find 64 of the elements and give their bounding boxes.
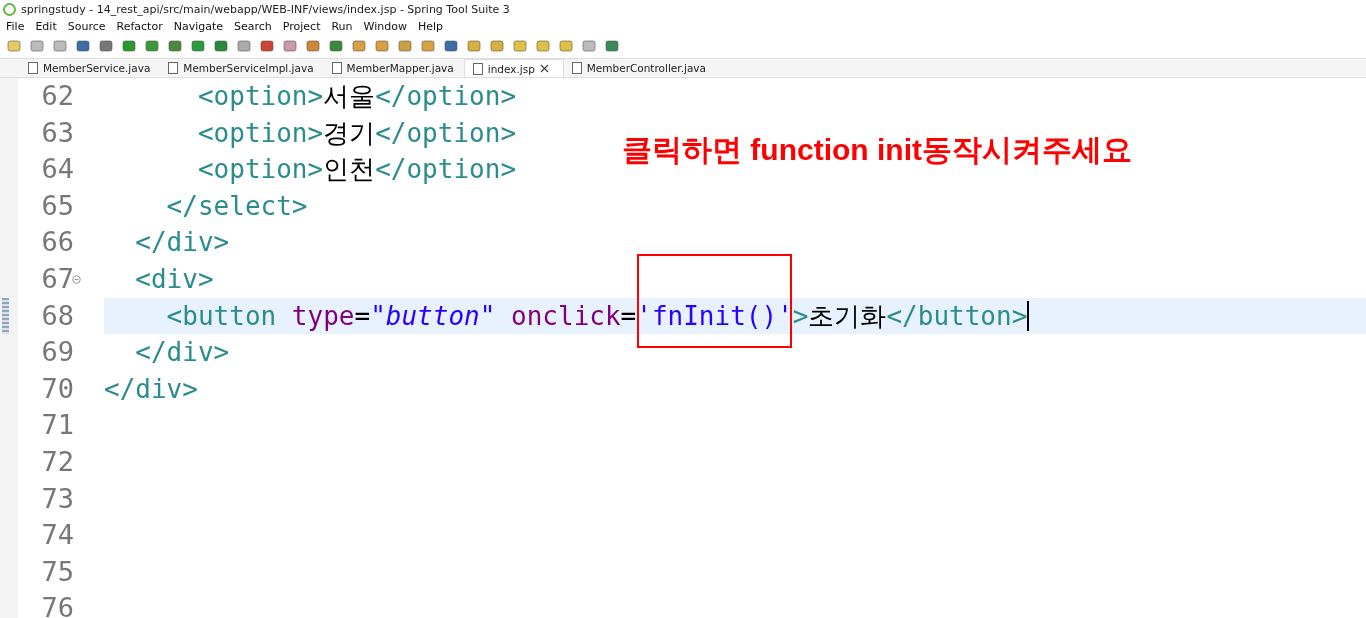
file-icon xyxy=(571,62,582,74)
menu-item[interactable]: Help xyxy=(417,20,448,33)
code-token: <option> xyxy=(196,153,324,187)
line-number: 74 xyxy=(41,519,74,551)
editor-tab[interactable]: index.jsp xyxy=(463,59,564,77)
line-number: 73 xyxy=(41,482,74,514)
code-token: </div> xyxy=(134,336,230,370)
line-number: 64 xyxy=(41,153,74,185)
code-token: <option> xyxy=(196,80,324,113)
code-token: 인천 xyxy=(323,153,376,187)
line-number: 72 xyxy=(41,445,74,477)
menu-item[interactable]: Run xyxy=(331,20,358,33)
menu-item[interactable]: Source xyxy=(67,20,111,33)
menu-item[interactable]: Edit xyxy=(35,20,62,33)
menu-item[interactable]: Navigate xyxy=(173,20,228,33)
code-token: </div> xyxy=(104,372,198,406)
window-title: springstudy - 14_rest_api/src/main/webapp/WEB-INF/views/index.jsp - Spring Tool Suite 3 xyxy=(21,3,510,16)
editor-tab[interactable]: MemberServiceImpl.java xyxy=(160,59,324,77)
code-token: > xyxy=(792,299,809,333)
code-token: <div> xyxy=(134,262,214,296)
line-number: 70 xyxy=(41,372,74,404)
file-icon xyxy=(168,62,179,74)
line-number: 68 xyxy=(41,299,74,331)
code-token: <button xyxy=(165,299,278,333)
editor-tab[interactable]: MemberService.java xyxy=(20,59,161,77)
menu-item[interactable]: File xyxy=(6,20,30,33)
code-token: </button> xyxy=(886,299,1028,333)
code-token: 경기 xyxy=(323,116,376,150)
code-token: </select> xyxy=(165,189,308,223)
line-number: 71 xyxy=(41,409,74,441)
line-number: 67 xyxy=(41,262,74,294)
code-token: type xyxy=(291,299,355,333)
code-token: </option> xyxy=(375,116,517,150)
code-token: = xyxy=(354,299,371,333)
code-token: = xyxy=(620,299,637,333)
code-token: 초기화 xyxy=(808,299,887,333)
file-icon xyxy=(472,62,483,75)
code-token: </div> xyxy=(134,226,230,260)
menu-item[interactable]: Project xyxy=(282,20,326,33)
code-token: </option> xyxy=(375,80,517,113)
menu-item[interactable]: Refactor xyxy=(116,20,168,33)
file-icon xyxy=(331,62,342,74)
editor-tab[interactable]: MemberController.java xyxy=(563,59,716,77)
line-number: 75 xyxy=(41,555,74,587)
line-number: 65 xyxy=(41,189,74,221)
fold-icon[interactable] xyxy=(72,274,81,284)
line-number: 62 xyxy=(41,80,74,111)
text-cursor xyxy=(1027,300,1030,331)
code-token: onclick xyxy=(511,299,621,333)
line-number: 69 xyxy=(41,336,74,368)
menu-item[interactable]: Search xyxy=(234,20,277,33)
menu-item[interactable]: Window xyxy=(363,20,412,33)
file-icon xyxy=(28,62,38,74)
line-number: 76 xyxy=(41,592,74,618)
editor-tab[interactable]: MemberMapper.java xyxy=(323,59,464,77)
code-token: "button" xyxy=(370,299,497,333)
code-token: 서울 xyxy=(323,80,376,113)
line-number: 63 xyxy=(41,116,74,148)
code-token: <option> xyxy=(196,116,324,150)
line-number: 66 xyxy=(41,226,74,258)
close-icon[interactable] xyxy=(539,64,549,73)
code-token: </option> xyxy=(375,153,517,187)
annotation-text: 클릭하면 function init동작시켜주세요 xyxy=(622,132,1132,168)
code-token: 'fnInit()' xyxy=(636,299,793,333)
